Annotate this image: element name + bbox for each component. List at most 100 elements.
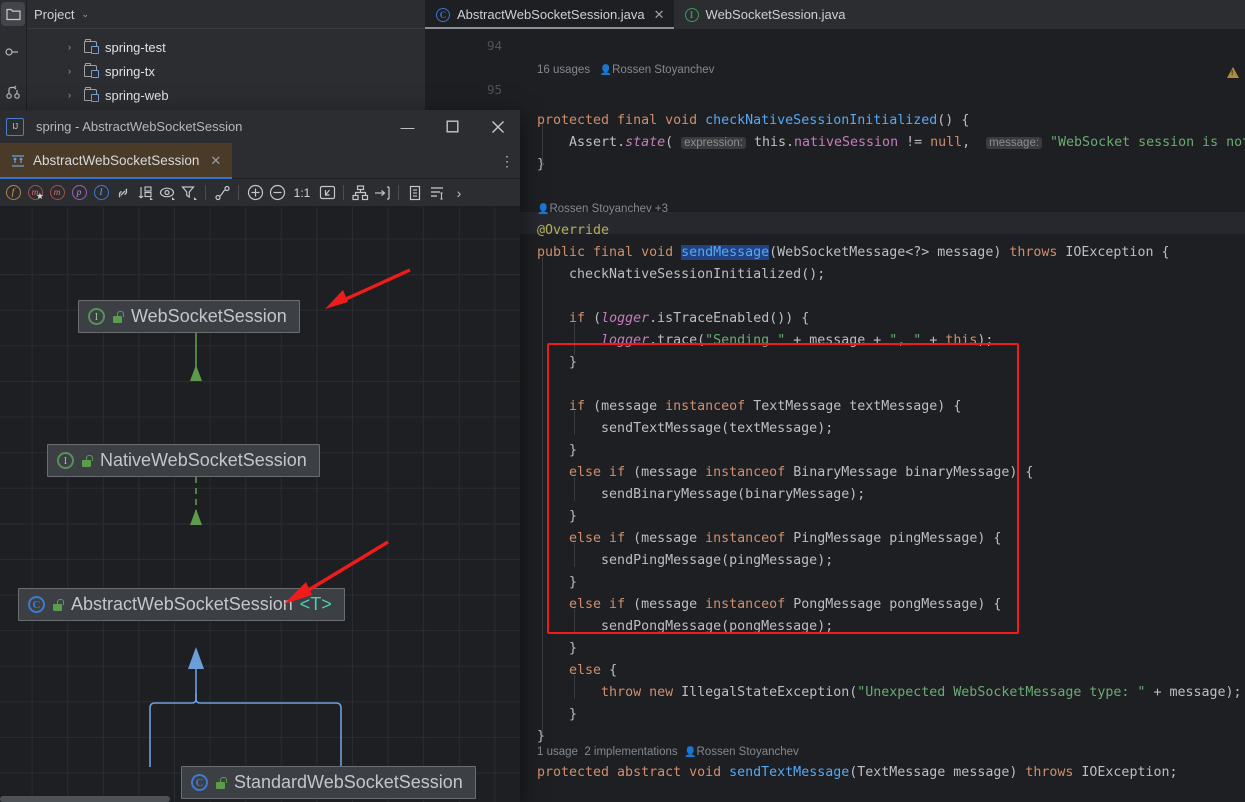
implementations-hint[interactable]: 1 usage 2 implementations 👤Rossen Stoyan… bbox=[537, 744, 799, 761]
class-icon: C bbox=[28, 596, 45, 613]
diagram-window-title: spring - AbstractWebSocketSession bbox=[36, 119, 243, 134]
diagram-window-titlebar[interactable]: IJ spring - AbstractWebSocketSession — bbox=[0, 110, 520, 143]
toolbar-separator bbox=[238, 185, 239, 200]
author-name: Rossen Stoyanchev bbox=[696, 746, 799, 758]
code-line-else: else { bbox=[569, 663, 618, 678]
code-line-sendpongmessage: sendPongMessage(pongMessage); bbox=[601, 619, 834, 634]
minimize-button[interactable]: — bbox=[385, 110, 430, 143]
tab-label: WebSocketSession.java bbox=[705, 7, 846, 22]
apply-layout-button[interactable] bbox=[349, 181, 371, 205]
more-actions-button[interactable]: › bbox=[448, 181, 470, 205]
close-icon[interactable]: ✕ bbox=[654, 8, 665, 21]
commit-icon[interactable] bbox=[1, 40, 25, 64]
editor-area: C AbstractWebSocketSession.java ✕ I WebS… bbox=[425, 0, 1245, 802]
code-line-abstract-sendtextmessage: protected abstract void sendTextMessage(… bbox=[537, 765, 1178, 780]
show-dependencies-button[interactable] bbox=[112, 181, 134, 205]
horizontal-scrollbar[interactable] bbox=[0, 796, 170, 802]
tab-websocketsession[interactable]: I WebSocketSession.java bbox=[674, 0, 855, 29]
code-content[interactable]: 16 usages 👤Rossen Stoyanchev protected f… bbox=[520, 29, 1245, 802]
project-panel-title: Project bbox=[34, 6, 75, 22]
change-visibility-level-button[interactable] bbox=[156, 181, 178, 205]
node-websocketsession[interactable]: I WebSocketSession bbox=[78, 300, 300, 333]
node-label: WebSocketSession bbox=[131, 306, 287, 326]
maximize-button[interactable] bbox=[430, 110, 475, 143]
diagram-canvas[interactable]: I WebSocketSession I NativeWebSocketSess… bbox=[0, 207, 520, 802]
implementations-count: 2 implementations bbox=[584, 746, 678, 758]
copy-diagram-button[interactable] bbox=[404, 181, 426, 205]
code-line-throw: throw new IllegalStateException("Unexpec… bbox=[601, 685, 1242, 700]
code-line-6: checkNativeSessionInitialized(); bbox=[569, 267, 826, 282]
code-line-close-3: } bbox=[569, 575, 578, 590]
code-line-close-2: } bbox=[569, 509, 578, 524]
author-hint[interactable]: 👤Rossen Stoyanchev +3 bbox=[537, 201, 668, 218]
indent-guide bbox=[542, 124, 543, 166]
tree-item-spring-test[interactable]: › spring-test bbox=[26, 35, 425, 59]
code-line-8: logger.trace("Sending " + message + ", "… bbox=[601, 333, 994, 348]
module-icon bbox=[84, 38, 99, 54]
project-icon[interactable] bbox=[1, 2, 25, 26]
class-icon: C bbox=[436, 7, 450, 22]
options-menu-button[interactable]: ⋮ bbox=[494, 143, 520, 178]
tree-item-spring-web[interactable]: › spring-web bbox=[26, 83, 425, 107]
editor-tabs: C AbstractWebSocketSession.java ✕ I WebS… bbox=[425, 0, 1245, 29]
tree-item-label: spring-test bbox=[105, 39, 166, 55]
tree-item-label: spring-web bbox=[105, 87, 169, 103]
code-editor[interactable]: 94 95 16 usages 👤Rossen Stoyanchev prote… bbox=[425, 29, 1245, 802]
node-label: AbstractWebSocketSession bbox=[71, 594, 293, 614]
show-own-methods-button[interactable]: m ★ bbox=[24, 181, 46, 205]
edges-layout-button[interactable] bbox=[211, 181, 233, 205]
project-panel-header[interactable]: Project ⌄ bbox=[26, 0, 425, 29]
author-name: Rossen Stoyanchev bbox=[612, 64, 715, 76]
sort-members-button[interactable] bbox=[134, 181, 156, 205]
diagram-window: IJ spring - AbstractWebSocketSession — A… bbox=[0, 110, 520, 802]
tab-abstractwebsocketsession[interactable]: C AbstractWebSocketSession.java ✕ bbox=[425, 0, 674, 29]
actual-size-button[interactable]: 1:1 bbox=[288, 181, 316, 205]
usages-count: 16 usages bbox=[537, 64, 591, 76]
author-icon: 👤 bbox=[684, 747, 697, 758]
node-standardwebsocketsession[interactable]: C StandardWebSocketSession bbox=[181, 766, 476, 799]
chevron-down-icon[interactable]: ⌄ bbox=[81, 9, 89, 20]
collapse-button[interactable] bbox=[371, 181, 393, 205]
expand-arrow-icon[interactable]: › bbox=[68, 66, 84, 76]
show-inner-classes-button[interactable]: I bbox=[90, 181, 112, 205]
author-icon: 👤 bbox=[599, 65, 613, 76]
close-button[interactable] bbox=[475, 110, 520, 143]
fit-content-button[interactable] bbox=[316, 181, 338, 205]
toolbar-separator bbox=[205, 185, 206, 200]
lock-icon bbox=[112, 310, 124, 323]
tab-label: AbstractWebSocketSession.java bbox=[457, 7, 645, 22]
class-icon: C bbox=[191, 774, 208, 791]
show-methods-button[interactable]: m bbox=[46, 181, 68, 205]
diagram-tabs: AbstractWebSocketSession ✕ ⋮ bbox=[0, 143, 520, 179]
zoom-out-button[interactable] bbox=[266, 181, 288, 205]
node-abstractwebsocketsession[interactable]: C AbstractWebSocketSession <T> bbox=[18, 588, 345, 621]
code-line-9: } bbox=[569, 355, 578, 370]
param-hint-expression: expression: bbox=[681, 137, 746, 149]
author-name: Rossen Stoyanchev +3 bbox=[549, 203, 669, 215]
node-nativewebsocketsession[interactable]: I NativeWebSocketSession bbox=[47, 444, 320, 477]
module-icon bbox=[84, 62, 99, 78]
node-generic: <T> bbox=[299, 594, 332, 614]
code-line-if-textmessage: if (message instanceof TextMessage textM… bbox=[569, 399, 962, 414]
show-fields-button[interactable]: f bbox=[2, 181, 24, 205]
code-line-close-4: } bbox=[569, 641, 578, 656]
pull-requests-icon[interactable] bbox=[1, 80, 25, 104]
indent-guide bbox=[574, 609, 575, 633]
intellij-idea-logo: IJ bbox=[6, 117, 24, 136]
code-line-1: protected final void checkNativeSessionI… bbox=[537, 113, 970, 128]
zoom-in-button[interactable] bbox=[244, 181, 266, 205]
usage-count: 1 usage bbox=[537, 746, 578, 758]
expand-arrow-icon[interactable]: › bbox=[68, 90, 84, 100]
close-icon[interactable]: ✕ bbox=[210, 153, 221, 169]
show-structure-button[interactable] bbox=[426, 181, 448, 205]
tree-item-spring-tx[interactable]: › spring-tx bbox=[26, 59, 425, 83]
lock-icon bbox=[81, 454, 93, 467]
indent-guide bbox=[574, 323, 575, 355]
filters-button[interactable] bbox=[178, 181, 200, 205]
expand-arrow-icon[interactable]: › bbox=[68, 42, 84, 52]
show-properties-button[interactable]: p bbox=[68, 181, 90, 205]
usages-hint[interactable]: 16 usages 👤Rossen Stoyanchev bbox=[537, 62, 714, 79]
diagram-tab-abstractwebsocketsession[interactable]: AbstractWebSocketSession ✕ bbox=[0, 143, 233, 179]
diagram-icon bbox=[11, 154, 26, 168]
lock-icon bbox=[52, 598, 64, 611]
